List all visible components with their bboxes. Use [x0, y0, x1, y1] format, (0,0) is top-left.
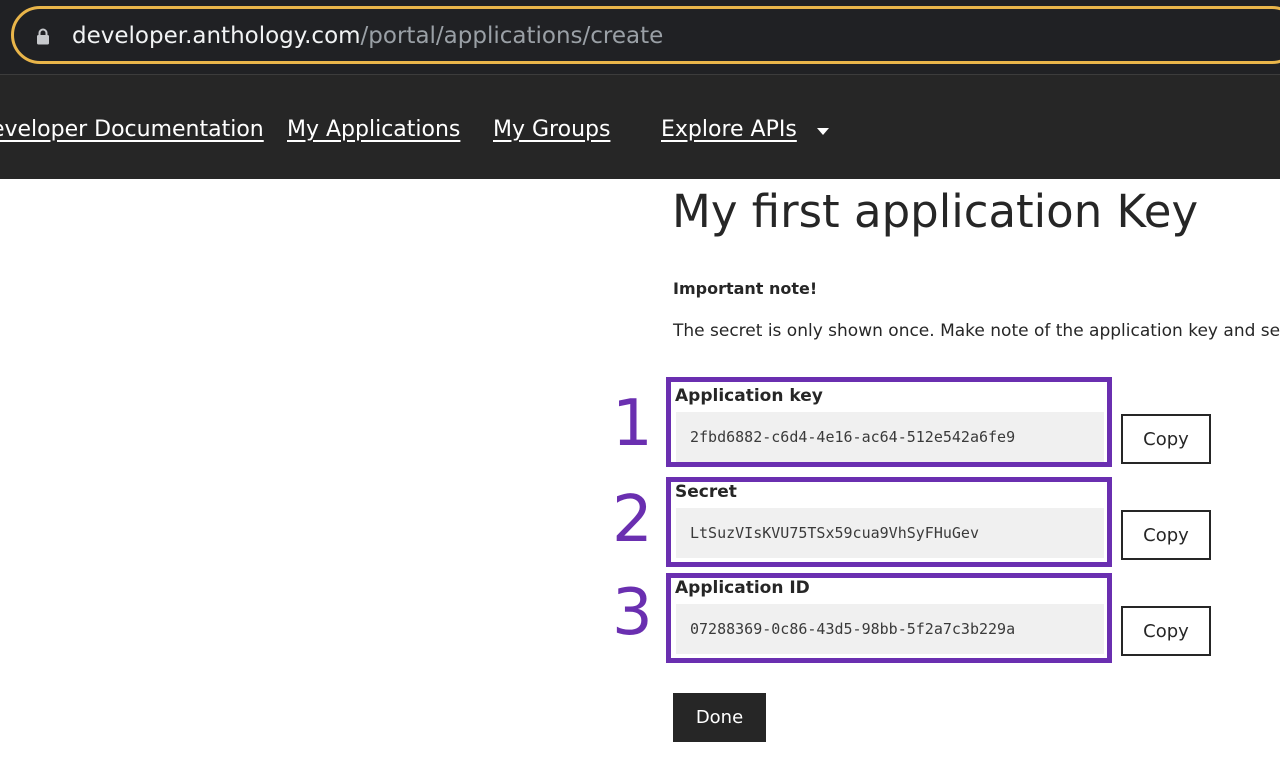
application-key-value[interactable]: 2fbd6882-c6d4-4e16-ac64-512e542a6fe9 [676, 412, 1104, 462]
address-bar[interactable]: developer.anthology.com/portal/applicati… [11, 6, 1280, 64]
url-text: developer.anthology.com/portal/applicati… [72, 22, 663, 50]
note-heading: Important note! [673, 279, 818, 298]
nav-link-developer-documentation[interactable]: Developer Documentation [0, 116, 264, 144]
nav-link-explore-apis[interactable]: Explore APIs [661, 116, 797, 144]
annotation-number-1: 1 [612, 387, 653, 461]
note-text: The secret is only shown once. Make note… [673, 321, 1280, 341]
annotation-number-2: 2 [612, 483, 653, 557]
nav-link-my-applications[interactable]: My Applications [287, 116, 460, 144]
nav-link-my-groups[interactable]: My Groups [493, 116, 610, 144]
application-id-value[interactable]: 07288369-0c86-43d5-98bb-5f2a7c3b229a [676, 604, 1104, 654]
field-label-application-id: Application ID [675, 578, 810, 598]
page-title: My first application Key [672, 185, 1199, 238]
field-label-application-key: Application key [675, 386, 823, 406]
annotation-number-3: 3 [612, 576, 653, 650]
site-nav: Developer Documentation My Applications … [0, 75, 1280, 179]
copy-secret-button[interactable]: Copy [1121, 510, 1211, 560]
url-path: /portal/applications/create [360, 23, 664, 49]
secret-value[interactable]: LtSuzVIsKVU75TSx59cua9VhSyFHuGev [676, 508, 1104, 558]
done-button[interactable]: Done [673, 693, 766, 742]
browser-toolbar: developer.anthology.com/portal/applicati… [0, 0, 1280, 74]
copy-application-id-button[interactable]: Copy [1121, 606, 1211, 656]
field-label-secret: Secret [675, 482, 737, 502]
lock-icon [37, 28, 49, 45]
chevron-down-icon[interactable] [817, 128, 829, 135]
url-domain: developer.anthology.com [72, 23, 361, 49]
copy-application-key-button[interactable]: Copy [1121, 414, 1211, 464]
